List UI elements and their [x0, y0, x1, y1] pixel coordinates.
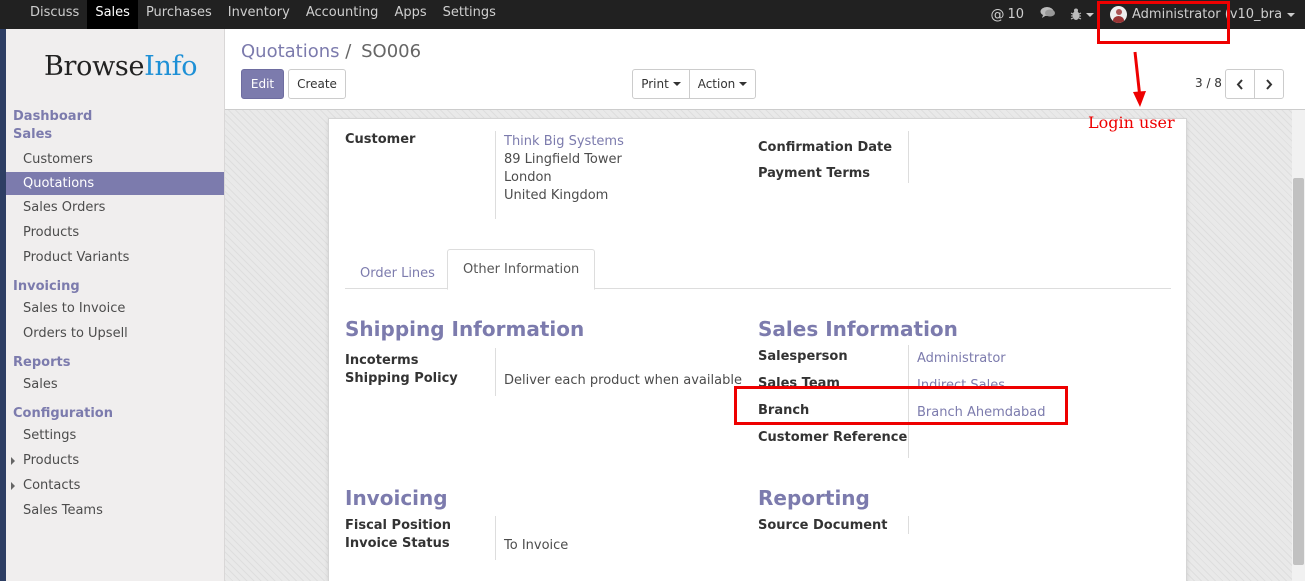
sidebar-section-configuration[interactable]: Configuration: [6, 405, 224, 423]
reporting-title: Reporting: [758, 486, 870, 510]
customer-address-line: 89 Lingfield Tower: [504, 152, 622, 167]
sidebar-section-invoicing[interactable]: Invoicing: [6, 278, 224, 296]
sidebar-item-sales-orders[interactable]: Sales Orders: [6, 195, 224, 220]
sidebar-item-quotations[interactable]: Quotations: [6, 172, 224, 195]
chevron-down-icon: [1287, 12, 1295, 17]
field-separator: [495, 516, 496, 560]
invoicing-title: Invoicing: [345, 486, 448, 510]
scrollbar-thumb[interactable]: [1293, 178, 1304, 565]
customer-address-line: London: [504, 170, 552, 185]
chat-icon: [1040, 7, 1055, 18]
bug-icon: [1070, 8, 1082, 20]
form-view: Customer Think Big Systems 89 Lingfield …: [225, 110, 1292, 581]
source-document-label: Source Document: [758, 518, 888, 533]
breadcrumb-separator: /: [345, 41, 352, 62]
pager-value: 3 / 8: [1195, 76, 1222, 90]
app-sidebar: BrowseInfo Dashboard Sales Customers Quo…: [0, 29, 225, 581]
menu-sales[interactable]: Sales: [87, 0, 138, 29]
field-separator: [495, 348, 496, 396]
sidebar-item-sales-teams[interactable]: Sales Teams: [6, 498, 224, 523]
salesperson-label: Salesperson: [758, 349, 848, 364]
salesperson-link[interactable]: Administrator: [917, 351, 1006, 366]
menu-discuss[interactable]: Discuss: [22, 0, 87, 29]
edit-button[interactable]: Edit: [241, 69, 284, 99]
chevron-left-icon: [1236, 78, 1243, 90]
pager-previous-button[interactable]: [1225, 69, 1255, 99]
mentions-button[interactable]: @ 10: [990, 7, 1024, 23]
sidebar-section-dashboard[interactable]: Dashboard: [6, 108, 224, 126]
shipping-policy-value: Deliver each product when available: [504, 373, 742, 388]
menu-settings[interactable]: Settings: [435, 0, 504, 29]
sidebar-item-customers[interactable]: Customers: [6, 147, 224, 172]
action-dropdown[interactable]: Action: [689, 69, 756, 99]
breadcrumb-quotations[interactable]: Quotations: [241, 41, 340, 62]
customer-label: Customer: [345, 132, 416, 147]
sidebar-item-settings[interactable]: Settings: [6, 423, 224, 448]
sidebar-item-orders-to-upsell[interactable]: Orders to Upsell: [6, 321, 224, 346]
tab-order-lines[interactable]: Order Lines: [345, 259, 450, 289]
sidebar-item-product-variants[interactable]: Product Variants: [6, 245, 224, 270]
sidebar-item-sales-to-invoice[interactable]: Sales to Invoice: [6, 296, 224, 321]
login-user-highlight-box: [1097, 1, 1230, 44]
annotation-arrow: [1133, 51, 1146, 107]
debug-button[interactable]: [1070, 8, 1094, 21]
chat-button[interactable]: [1040, 6, 1056, 23]
pager-next-button[interactable]: [1254, 69, 1284, 99]
customer-reference-label: Customer Reference: [758, 430, 908, 445]
chevron-down-icon: [1086, 12, 1094, 17]
scrollbar[interactable]: [1292, 110, 1305, 581]
menu-purchases[interactable]: Purchases: [138, 0, 220, 29]
invoice-status-label: Invoice Status: [345, 536, 450, 551]
shipping-policy-label: Shipping Policy: [345, 371, 458, 386]
chevron-down-icon: [672, 82, 681, 86]
sidebar-item-reports-sales[interactable]: Sales: [6, 372, 224, 397]
at-icon: @: [990, 6, 1005, 23]
chevron-down-icon: [739, 82, 748, 86]
sidebar-item-config-products[interactable]: Products: [6, 448, 224, 473]
notebook-tabs: Order Lines Other Information: [345, 249, 1171, 290]
breadcrumb-current: SO006: [361, 41, 422, 62]
caret-right-icon: [11, 457, 15, 465]
chevron-right-icon: [1266, 78, 1273, 90]
sidebar-item-contacts[interactable]: Contacts: [6, 473, 224, 498]
payment-terms-label: Payment Terms: [758, 166, 871, 181]
create-button[interactable]: Create: [288, 69, 346, 99]
incoterms-label: Incoterms: [345, 353, 419, 368]
mentions-count: 10: [1007, 7, 1024, 22]
branch-highlight-box: [734, 386, 1068, 425]
fiscal-position-label: Fiscal Position: [345, 518, 452, 533]
sidebar-section-sales[interactable]: Sales: [6, 126, 224, 144]
browseinfo-logo: BrowseInfo: [44, 51, 198, 82]
form-sheet: Customer Think Big Systems 89 Lingfield …: [328, 118, 1187, 581]
main-menu: Discuss Sales Purchases Inventory Accoun…: [22, 0, 504, 29]
field-separator: [908, 516, 909, 534]
print-dropdown[interactable]: Print: [632, 69, 690, 99]
login-user-annotation: Login user: [1088, 113, 1175, 132]
menu-apps[interactable]: Apps: [386, 0, 434, 29]
field-separator: [908, 131, 909, 183]
invoice-status-value: To Invoice: [504, 538, 569, 553]
sidebar-nav: Dashboard Sales Customers Quotations Sal…: [6, 108, 224, 523]
menu-inventory[interactable]: Inventory: [220, 0, 298, 29]
tab-other-information[interactable]: Other Information: [447, 249, 596, 290]
caret-right-icon: [11, 482, 15, 490]
sales-information-title: Sales Information: [758, 317, 958, 341]
sidebar-section-reports[interactable]: Reports: [6, 354, 224, 372]
customer-address-line: United Kingdom: [504, 188, 609, 203]
field-separator: [495, 131, 496, 219]
customer-link[interactable]: Think Big Systems: [504, 134, 624, 149]
shipping-information-title: Shipping Information: [345, 317, 585, 341]
confirmation-date-label: Confirmation Date: [758, 140, 893, 155]
sidebar-item-products[interactable]: Products: [6, 220, 224, 245]
menu-accounting[interactable]: Accounting: [298, 0, 387, 29]
breadcrumb: Quotations / SO006: [241, 41, 421, 62]
